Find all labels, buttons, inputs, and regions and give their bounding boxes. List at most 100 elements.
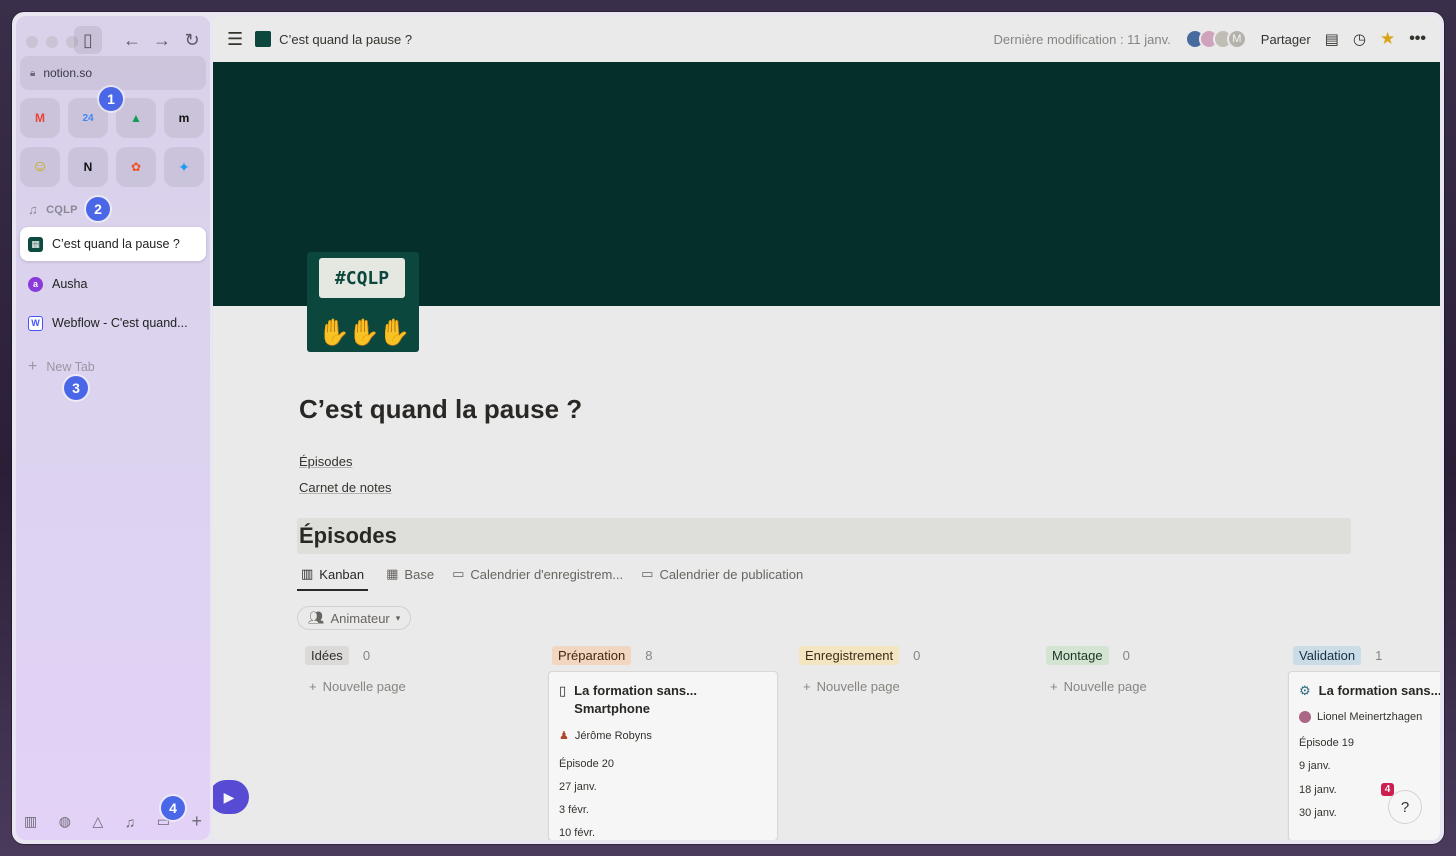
folder-cqlp[interactable]: ♫ CQLP — [28, 202, 78, 217]
card-date: 9 janv. — [1299, 760, 1331, 772]
add-page-label: Nouvelle page — [322, 679, 406, 694]
video-camera-icon[interactable]: ▶ — [213, 780, 249, 814]
drive-icon[interactable]: ▲ — [116, 98, 156, 138]
status-pill: Enregistrement — [799, 646, 900, 665]
forward-arrow-icon[interactable]: → — [148, 26, 176, 54]
add-page-button[interactable]: + Nouvelle page — [1050, 679, 1270, 694]
kanban-column-preparation: Préparation 8 ▯ La formation sans... Smar… — [546, 646, 778, 840]
tab-base[interactable]: ▦ Base — [386, 566, 434, 591]
robot-icon: ⚙ — [1299, 683, 1311, 698]
annotation-badge-3: 3 — [64, 376, 88, 400]
filter-label: Animateur — [330, 610, 390, 626]
library-icon[interactable]: ▥ — [24, 813, 37, 830]
add-page-button[interactable]: + Nouvelle page — [309, 679, 529, 694]
column-count: 0 — [362, 648, 371, 663]
notion-icon[interactable]: N — [68, 147, 108, 187]
back-arrow-icon[interactable]: ← — [118, 26, 146, 54]
tab-label: C’est quand la pause ? — [52, 237, 180, 251]
url-bar[interactable]: 🔒︎ notion.so — [20, 56, 206, 90]
folder-label: CQLP — [46, 203, 78, 216]
comments-icon[interactable]: ▤ — [1325, 30, 1339, 48]
breadcrumb[interactable]: C’est quand la pause ? — [255, 31, 412, 47]
calendar-icon: ▭ — [452, 566, 465, 581]
plus-icon: + — [309, 679, 317, 694]
animateur-filter[interactable]: 👥︎ Animateur ▾ — [297, 606, 412, 630]
add-page-label: Nouvelle page — [1063, 679, 1147, 694]
miro-icon[interactable]: m — [164, 98, 204, 138]
card-episode: Épisode 19 — [1299, 737, 1355, 749]
card-date: 3 févr. — [559, 804, 589, 816]
column-header[interactable]: Montage 0 — [1046, 646, 1270, 665]
last-modified-text: Dernière modification : 11 janv. — [993, 31, 1171, 47]
tab-ausha[interactable]: a Ausha — [20, 267, 206, 301]
card-title-text: La formation sans... Smartphone — [574, 683, 697, 716]
view-label: Calendrier d'enregistrem... — [470, 566, 624, 582]
avatar — [1299, 711, 1311, 723]
calendar-icon: ▭ — [641, 566, 654, 581]
status-pill: Préparation — [552, 646, 632, 665]
link-carnet-de-notes[interactable]: Carnet de notes — [299, 480, 392, 495]
figma-icon[interactable]: ✿ — [116, 147, 156, 187]
favorite-star-icon[interactable]: ★ — [1380, 29, 1395, 49]
tab-label: Webflow - C'est quand... — [52, 316, 188, 330]
tab-label: Ausha — [52, 277, 88, 291]
gmail-icon[interactable]: M — [20, 98, 60, 138]
card-title: ▯ La formation sans... Smartphone — [559, 682, 767, 718]
column-header[interactable]: Préparation 8 — [552, 646, 776, 665]
annotation-badge-4: 4 — [161, 796, 185, 820]
card-date: 18 janv. — [1299, 783, 1337, 796]
page-title[interactable]: C’est quand la pause ? — [299, 394, 582, 425]
card-person: Lionel Meinertzhagen — [1299, 711, 1437, 723]
column-header[interactable]: Idées 0 — [305, 646, 529, 665]
column-header[interactable]: Validation 1 — [1293, 646, 1440, 665]
add-space-icon[interactable]: + — [191, 811, 202, 832]
table-icon: ▦ — [386, 566, 399, 581]
music-note-icon: ♫ — [28, 202, 39, 217]
tab-calendrier-enregistrement[interactable]: ▭ Calendrier d'enregistrem... — [452, 566, 623, 591]
section-heading[interactable]: Épisodes — [297, 518, 1351, 554]
help-button[interactable]: ? — [1388, 790, 1422, 824]
status-pill: Montage — [1046, 646, 1109, 665]
column-count: 8 — [645, 648, 653, 663]
view-label: Calendrier de publication — [659, 566, 804, 582]
close-window-button[interactable] — [26, 36, 38, 48]
new-tab-button[interactable]: + New Tab — [28, 358, 95, 376]
breadcrumb-title: C’est quand la pause ? — [279, 31, 413, 47]
reload-icon[interactable]: ↻ — [178, 26, 206, 54]
sidebar-toggle-icon[interactable]: ▯ — [74, 26, 102, 54]
cqlp-logo-text: #CQLP — [319, 258, 405, 298]
menu-icon[interactable]: ☰ — [227, 29, 243, 50]
more-options-icon[interactable]: ••• — [1409, 30, 1426, 48]
minimize-window-button[interactable] — [46, 36, 58, 48]
card-date: 10 févr. — [559, 827, 596, 839]
person-avatar-icon: ♟ — [559, 730, 569, 742]
space-icon[interactable]: ◍ — [59, 813, 71, 830]
collaborator-avatars[interactable]: M — [1184, 29, 1247, 49]
twitter-icon[interactable]: ✦ — [164, 147, 204, 187]
smiley-icon[interactable]: ☺ — [20, 147, 60, 187]
plus-icon: + — [1050, 679, 1058, 694]
column-header[interactable]: Enregistrement 0 — [799, 646, 1023, 665]
column-count: 0 — [913, 648, 921, 663]
share-button[interactable]: Partager — [1261, 32, 1311, 47]
tab-calendrier-publication[interactable]: ▭ Calendrier de publication — [641, 566, 803, 591]
status-pill: Validation — [1293, 646, 1362, 665]
kanban-column-enregistrement: Enregistrement 0 + Nouvelle page — [793, 646, 1023, 694]
triangle-space-icon[interactable]: △ — [92, 813, 103, 830]
raised-hands-icon: ✋✋✋ — [317, 317, 410, 347]
music-space-icon[interactable]: ♫ — [125, 814, 136, 830]
link-episodes[interactable]: Épisodes — [299, 454, 352, 469]
tab-kanban[interactable]: ▥ Kanban — [297, 566, 369, 591]
tab-webflow[interactable]: W Webflow - C'est quand... — [20, 306, 206, 340]
view-label: Base — [404, 566, 435, 582]
ausha-icon: a — [28, 276, 43, 292]
kanban-column-idees: Idées 0 + Nouvelle page — [299, 646, 529, 694]
add-page-button[interactable]: + Nouvelle page — [803, 679, 1023, 694]
page-icon[interactable]: #CQLP ✋✋✋ — [307, 252, 419, 352]
notion-page: ☰ C’est quand la pause ? Dernière modifi… — [213, 16, 1440, 840]
lock-icon: 🔒︎ — [30, 67, 36, 79]
smartphone-icon: ▯ — [559, 683, 567, 698]
history-clock-icon[interactable]: ◷ — [1353, 30, 1366, 48]
kanban-card[interactable]: ▯ La formation sans... Smartphone ♟ Jérôm… — [548, 671, 778, 840]
tab-cqlp[interactable]: ▦ C’est quand la pause ? — [20, 227, 206, 261]
